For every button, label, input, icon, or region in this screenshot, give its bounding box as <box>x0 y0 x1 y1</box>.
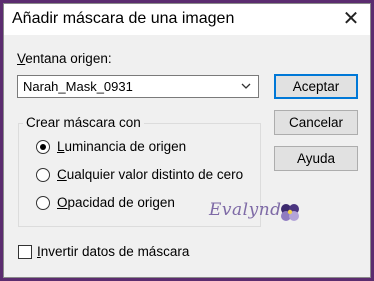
radio-nonzero-text: ualquier valor distinto de cero <box>66 167 244 182</box>
radio-opacity-button[interactable] <box>36 196 50 210</box>
source-window-select[interactable]: Narah_Mask_0931 <box>17 75 259 98</box>
cancel-button[interactable]: Cancelar <box>274 110 358 135</box>
source-window-label: Ventana origen: <box>17 51 112 66</box>
radio-luminance-label[interactable]: Luminancia de origen <box>57 139 186 154</box>
dialog-title: Añadir máscara de una imagen <box>12 10 235 27</box>
mask-source-group-title: Crear máscara con <box>23 115 144 130</box>
source-window-label-text: entana origen: <box>25 51 112 66</box>
accept-button[interactable]: Aceptar <box>274 74 358 99</box>
close-icon[interactable]: ✕ <box>340 8 362 30</box>
radio-luminance-text: uminancia de origen <box>64 139 187 154</box>
add-mask-dialog: Añadir máscara de una imagen ✕ Ventana o… <box>3 3 371 278</box>
radio-opacity-mnemonic: O <box>57 195 68 210</box>
radio-luminance-mnemonic: L <box>57 139 65 154</box>
radio-opacity-text: pacidad de origen <box>67 195 175 210</box>
help-button[interactable]: Ayuda <box>274 146 358 171</box>
chevron-down-icon <box>241 83 251 89</box>
title-bar: Añadir máscara de una imagen ✕ <box>4 4 370 35</box>
invert-mask-text: nvertir datos de máscara <box>40 244 190 259</box>
radio-nonzero-button[interactable] <box>36 168 50 182</box>
radio-nonzero-mnemonic: C <box>57 167 67 182</box>
invert-mask-label[interactable]: Invertir datos de máscara <box>37 244 189 259</box>
source-window-value: Narah_Mask_0931 <box>23 79 133 94</box>
radio-opacity-label[interactable]: Opacidad de origen <box>57 195 175 210</box>
flower-icon <box>281 204 299 221</box>
radio-selected-dot <box>40 144 46 150</box>
invert-mask-checkbox[interactable] <box>18 245 32 259</box>
radio-nonzero-label[interactable]: Cualquier valor distinto de cero <box>57 167 243 182</box>
radio-luminance-button[interactable] <box>36 140 50 154</box>
